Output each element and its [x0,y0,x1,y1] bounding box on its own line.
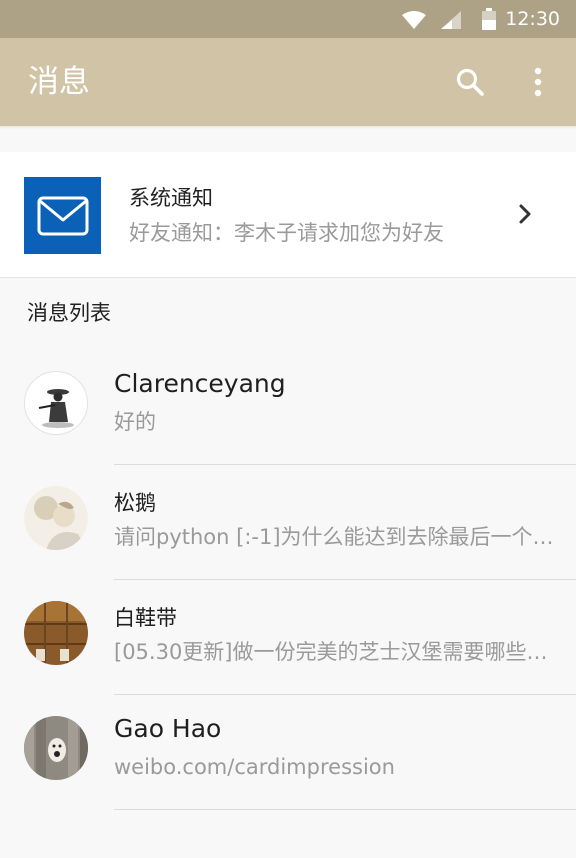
search-icon [456,68,484,96]
divider [114,809,576,810]
page-title: 消息 [28,64,90,100]
notice-title: 系统通知 [129,186,213,210]
wifi-icon [402,11,426,29]
more-vert-icon [534,67,542,97]
message-preview: weibo.com/cardimpression [114,755,395,779]
avatar [24,371,88,435]
avatar [24,486,88,550]
message-item-clarenceyang[interactable]: Clarenceyang 好的 [0,350,576,465]
notice-subtitle: 好友通知：李木子请求加您为好友 [129,221,444,245]
message-preview: 请问python [:-1]为什么能达到去除最后一个字符的效果 [114,525,554,549]
contact-name: 松鹅 [114,491,156,515]
search-button[interactable] [448,60,492,104]
contact-name: Clarenceyang [114,369,286,398]
app-bar: 消息 [0,38,576,126]
contact-name: Gao Hao [114,714,222,743]
message-item-baixiedai[interactable]: 白鞋带 [05.30更新]做一份完美的芝士汉堡需要哪些步骤 [0,580,576,695]
message-list-header: 消息列表 [27,301,111,325]
status-time: 12:30 [505,8,560,30]
message-preview: 好的 [114,410,156,434]
system-notice-card[interactable]: 系统通知 好友通知：李木子请求加您为好友 [0,152,576,278]
battery-icon [482,8,496,30]
status-bar: 12:30 [0,0,576,38]
message-item-songe[interactable]: 松鹅 请问python [:-1]为什么能达到去除最后一个字符的效果 [0,465,576,580]
notice-icon-box [24,177,101,254]
app-bar-shadow [0,126,576,129]
message-preview: [05.30更新]做一份完美的芝士汉堡需要哪些步骤 [114,640,554,664]
mail-icon [37,196,88,235]
avatar [24,716,88,780]
avatar [24,601,88,665]
more-options-button[interactable] [516,60,560,104]
contact-name: 白鞋带 [114,606,177,630]
message-item-gao-hao[interactable]: Gao Hao weibo.com/cardimpression [0,695,576,810]
chevron-right-icon [519,204,531,224]
signal-icon [441,11,461,29]
